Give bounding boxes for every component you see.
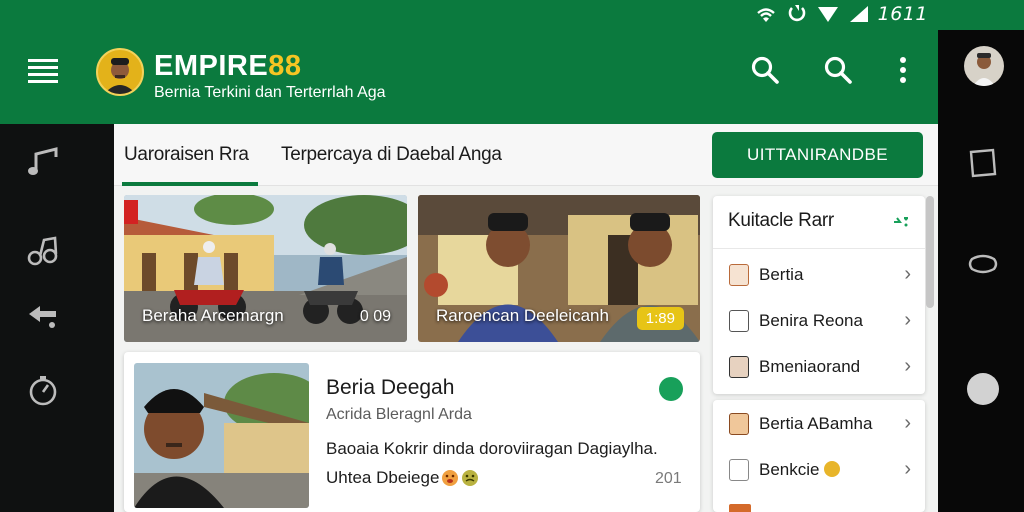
duration-badge: 1:89 — [636, 307, 684, 330]
news-card-meta: 0 09 — [359, 308, 391, 325]
chevron-right-icon: › — [904, 263, 911, 285]
side-panel-title: Kuitacle Rarr — [728, 210, 834, 231]
music-note-icon[interactable] — [26, 145, 60, 179]
tab-trusted[interactable]: Terpercaya di Daebal Anga — [281, 144, 502, 166]
search-icon[interactable] — [821, 53, 855, 87]
emoji-face-icon — [824, 461, 841, 477]
featured-article-title[interactable]: Beria Deegah — [326, 376, 454, 400]
tab-active-indicator — [122, 182, 258, 186]
chevron-right-icon: › — [904, 355, 911, 377]
scrollbar[interactable] — [926, 196, 934, 308]
recents-icon[interactable] — [968, 148, 998, 178]
music-notes-icon[interactable] — [26, 234, 60, 268]
signal-icon — [817, 7, 838, 22]
search-icon[interactable] — [748, 53, 782, 87]
person-thumb-icon — [729, 356, 749, 378]
document-icon — [729, 310, 749, 332]
side-panel-item[interactable]: Bmeniaorand › — [713, 344, 925, 390]
signal-icon — [849, 6, 868, 22]
emoji-face-icon — [442, 470, 459, 486]
featured-article-author: Uhtea Dbeiege — [326, 468, 440, 487]
side-panel-item-label: Bertia ABamha — [759, 414, 873, 433]
person-thumb-icon — [729, 413, 749, 435]
news-thumb-icon — [729, 264, 749, 286]
featured-article-photo[interactable] — [134, 363, 309, 508]
news-card-caption: Beraha Arcemargn — [142, 306, 284, 325]
side-panel-item[interactable]: Bertia › — [713, 252, 925, 298]
cta-button[interactable]: UITTANIRANDBE — [712, 132, 923, 178]
home-icon[interactable] — [968, 250, 998, 280]
chevron-right-icon: › — [904, 458, 911, 480]
profile-avatar[interactable] — [964, 46, 1004, 86]
news-card-caption: Raroencan Deeleicanh — [436, 306, 609, 325]
news-card-people[interactable]: Raroencan Deeleicanh 1:89 — [418, 195, 700, 342]
status-bar: 1611 — [0, 0, 1024, 30]
rotate-icon — [788, 5, 805, 22]
side-panel-item[interactable]: Benkcie › — [713, 447, 925, 493]
timer-icon[interactable] — [26, 374, 60, 408]
app-screen: 1611 EMPIRE88 Bernia Terkini dan Terterr… — [0, 0, 1024, 512]
side-panel-item-text: Benkcie — [759, 460, 820, 479]
brand-tagline: Bernia Terkini dan Terterrlah Aga — [154, 84, 386, 101]
menu-icon[interactable] — [26, 54, 60, 88]
emoji-face-icon — [462, 470, 479, 486]
brand-title-main: EMPIRE — [154, 50, 269, 82]
emoji-thumb-icon — [729, 459, 749, 481]
featured-article-count: 201 — [655, 470, 682, 487]
divider — [713, 248, 925, 249]
chevron-right-icon: › — [904, 412, 911, 434]
side-panel-item[interactable]: Bertia ABamha › — [713, 401, 925, 447]
clock: 1611 — [877, 3, 928, 25]
side-panel-item-label: Bertia — [759, 265, 804, 284]
verified-badge-icon — [659, 377, 683, 401]
side-panel-item[interactable]: Benira Reona › — [713, 298, 925, 344]
featured-article-snippet: Baoaia Kokrir dinda doroviiragan Dagiayl… — [326, 439, 658, 458]
featured-article-subtitle: Acrida Bleragnl Arda — [326, 406, 472, 423]
next-item-thumb — [729, 504, 751, 512]
brand-title: EMPIRE88 — [154, 50, 301, 83]
tab-primary[interactable]: Uaroraisen Rra — [124, 144, 249, 166]
brand-title-accent: 88 — [268, 50, 302, 82]
featured-article-footer: Uhtea Dbeiege — [326, 468, 479, 488]
back-icon[interactable] — [967, 373, 999, 405]
brand-logo[interactable] — [96, 48, 144, 96]
side-panel-item-label: Benira Reona — [759, 311, 863, 330]
side-panel-item-label: Bmeniaorand — [759, 357, 861, 376]
share-icon[interactable] — [26, 298, 60, 332]
expand-icon[interactable] — [892, 214, 910, 230]
side-panel-item-label: Benkcie — [759, 460, 841, 480]
status-icons: 1611 — [754, 3, 928, 25]
more-vertical-icon[interactable] — [886, 53, 920, 87]
news-card-street[interactable]: Beraha Arcemargn 0 09 — [124, 195, 407, 342]
chevron-right-icon: › — [904, 309, 911, 331]
wifi-icon — [756, 8, 775, 22]
